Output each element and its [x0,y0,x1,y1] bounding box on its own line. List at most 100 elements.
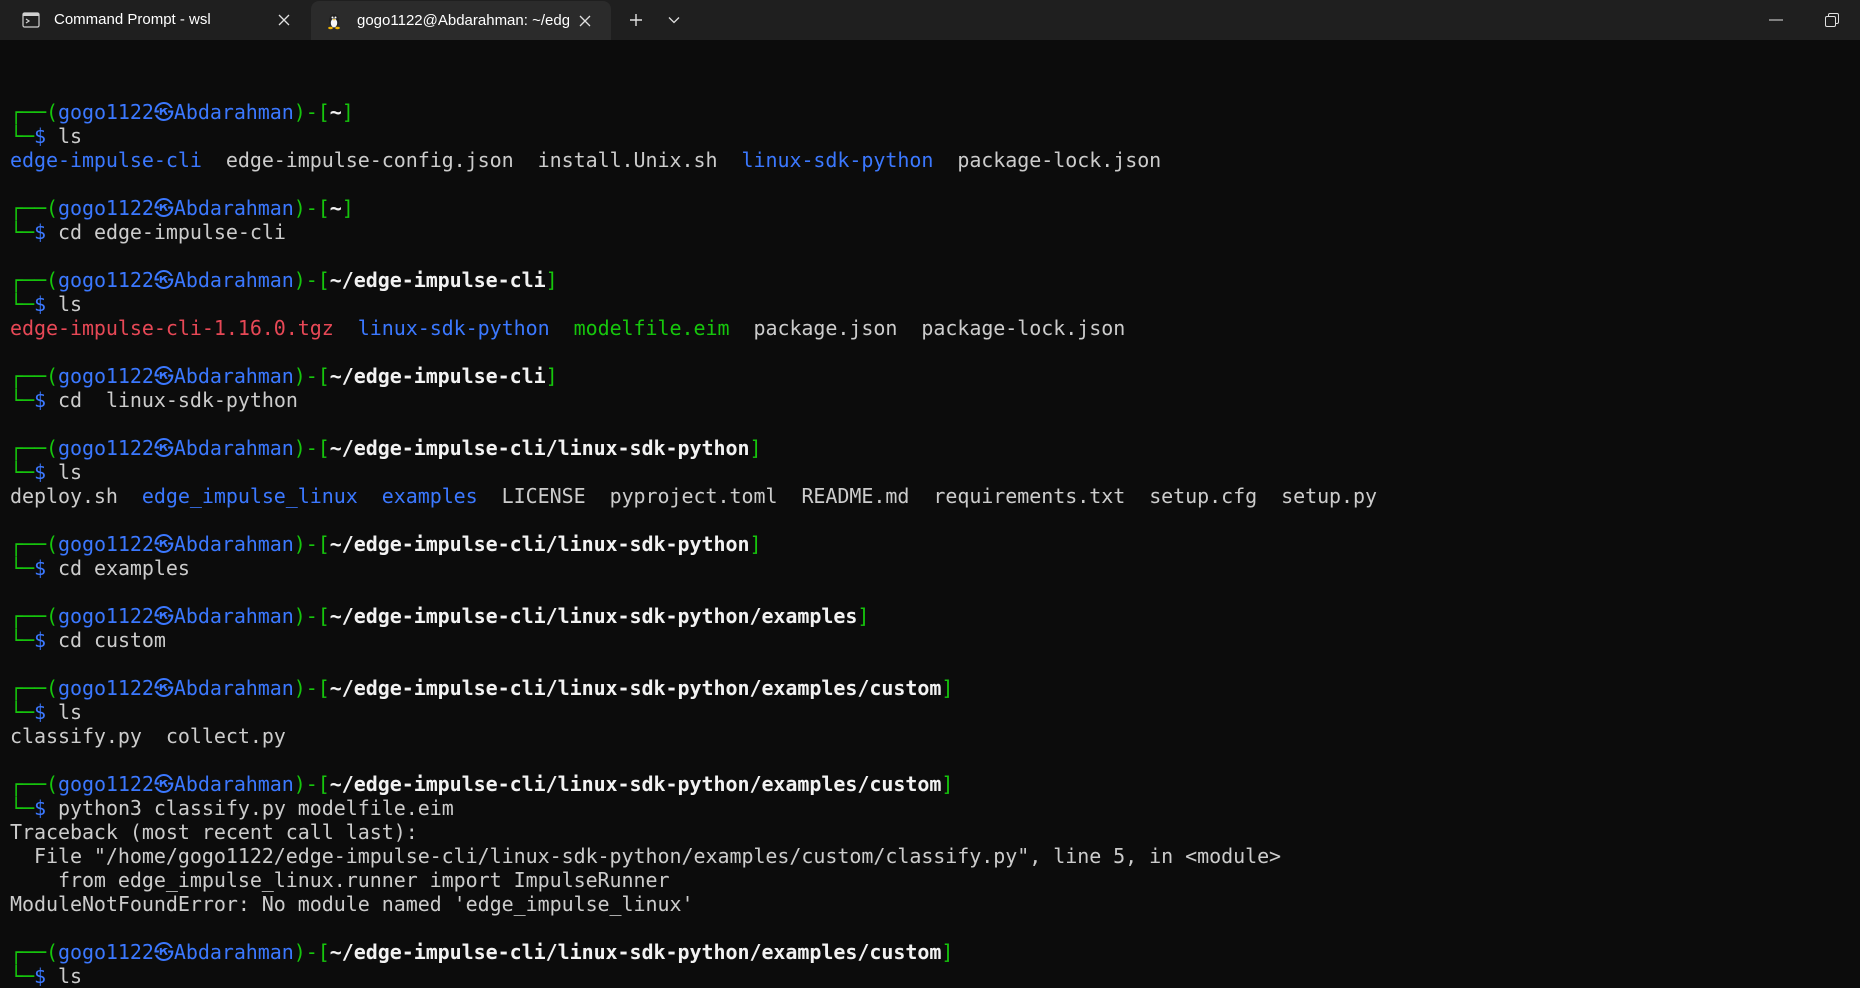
prompt-dollar: $ [33,556,46,580]
prompt-line: ┌──(gogo1122㉿Abdarahman)-[~/edge-impulse… [10,772,1377,796]
prompt-cwd: ~/edge-impulse-cli [329,268,546,292]
command-line: └─$ ls [10,124,1377,148]
tab-title: Command Prompt - wsl [54,11,211,28]
file-entry: classify.py [10,724,142,748]
prompt-cwd: ~/edge-impulse-cli/linux-sdk-python/exam… [329,604,858,628]
command-text: cd edge-impulse-cli [57,220,286,244]
prompt-frame: └─ [10,460,34,484]
output-line: edge-impulse-cli edge-impulse-config.jso… [10,148,1377,172]
tab-command-prompt[interactable]: Command Prompt - wsl [8,0,306,40]
command-line: └─$ ls [10,460,1377,484]
command-line: └─$ ls [10,700,1377,724]
file-entry: edge-impulse-config.json [225,148,514,172]
maximize-button[interactable] [1804,0,1860,40]
command-text: cd linux-sdk-python [57,388,298,412]
prompt-cwd: ~/edge-impulse-cli/linux-sdk-python/exam… [329,772,942,796]
prompt-at-symbol: ㉿ [153,196,174,220]
output-text: Traceback (most recent call last): [10,820,418,844]
tab-dropdown-button[interactable] [660,6,688,34]
prompt-dollar: $ [33,460,46,484]
terminal-area[interactable]: ┌──(gogo1122㉿Abdarahman)-[~] └─$ ls edge-i… [0,40,1860,988]
prompt-frame: ] [941,940,954,964]
prompt-cwd: ~/edge-impulse-cli [329,364,546,388]
prompt-line: ┌──(gogo1122㉿Abdarahman)-[~] [10,196,1377,220]
minimize-button[interactable] [1748,0,1804,40]
close-icon[interactable] [274,10,294,30]
prompt-frame: ] [749,436,762,460]
file-entry: modelfile.eim [573,316,730,340]
command-text: ls [57,124,82,148]
file-entry: pyproject.toml [609,484,778,508]
command-prompt-icon [22,11,40,29]
directory-entry: linux-sdk-python [741,148,934,172]
prompt-dollar: $ [33,124,46,148]
prompt-frame: )-[ [293,436,330,460]
prompt-frame: )-[ [293,676,330,700]
file-entry: deploy.sh [10,484,118,508]
prompt-frame: ┌──( [10,940,58,964]
prompt-cwd: ~ [329,196,342,220]
prompt-at-symbol: ㉿ [153,100,174,124]
prompt-frame: ┌──( [10,772,58,796]
command-line: └─$ cd edge-impulse-cli [10,220,1377,244]
prompt-frame: ┌──( [10,268,58,292]
output-line: File "/home/gogo1122/edge-impulse-cli/li… [10,844,1377,868]
prompt-frame: )-[ [293,268,330,292]
tab-wsl-active[interactable]: gogo1122@Abdarahman: ~/edge-impulse-cli/… [311,1,611,40]
output-text: File "/home/gogo1122/edge-impulse-cli/li… [10,844,1282,868]
prompt-cwd: ~/edge-impulse-cli/linux-sdk-python [329,532,750,556]
prompt-frame: ] [941,772,954,796]
prompt-line: ┌──(gogo1122㉿Abdarahman)-[~/edge-impulse… [10,604,1377,628]
command-line: └─$ ls [10,964,1377,988]
prompt-line: ┌──(gogo1122㉿Abdarahman)-[~/edge-impulse… [10,436,1377,460]
prompt-user: gogo1122 [57,436,154,460]
prompt-frame: ] [857,604,870,628]
prompt-host: Abdarahman [173,532,294,556]
prompt-frame: ┌──( [10,364,58,388]
prompt-cwd: ~ [329,100,342,124]
prompt-host: Abdarahman [173,196,294,220]
prompt-at-symbol: ㉿ [153,532,174,556]
prompt-frame: ┌──( [10,100,58,124]
command-text: ls [57,964,82,988]
prompt-cwd: ~/edge-impulse-cli/linux-sdk-python [329,436,750,460]
prompt-frame: └─ [10,292,34,316]
prompt-frame: )-[ [293,100,330,124]
prompt-line: ┌──(gogo1122㉿Abdarahman)-[~/edge-impulse… [10,940,1377,964]
maximize-icon [1825,13,1839,27]
prompt-user: gogo1122 [57,196,154,220]
output-text: from edge_impulse_linux.runner import Im… [10,868,670,892]
new-tab-button[interactable] [622,6,650,34]
prompt-frame: └─ [10,388,34,412]
file-entry: collect.py [165,724,286,748]
output-line: edge-impulse-cli-1.16.0.tgz linux-sdk-py… [10,316,1377,340]
prompt-user: gogo1122 [57,676,154,700]
chevron-down-icon [668,17,680,24]
file-entry: setup.py [1281,484,1378,508]
prompt-frame: ┌──( [10,676,58,700]
prompt-user: gogo1122 [57,604,154,628]
prompt-frame: ] [545,364,558,388]
prompt-frame: ┌──( [10,196,58,220]
command-line: └─$ ls [10,292,1377,316]
prompt-dollar: $ [33,388,46,412]
prompt-user: gogo1122 [57,268,154,292]
prompt-frame: )-[ [293,364,330,388]
directory-entry: edge_impulse_linux [141,484,358,508]
command-text: ls [57,460,82,484]
prompt-cwd: ~/edge-impulse-cli/linux-sdk-python/exam… [329,940,942,964]
close-icon[interactable] [575,11,595,31]
prompt-frame: )-[ [293,196,330,220]
prompt-frame: ] [341,196,354,220]
tab-title: gogo1122@Abdarahman: ~/edge-impulse-cli/… [357,12,569,29]
prompt-frame: ] [941,676,954,700]
prompt-user: gogo1122 [57,940,154,964]
prompt-at-symbol: ㉿ [153,268,174,292]
output-line: Traceback (most recent call last): [10,820,1377,844]
command-line: └─$ cd examples [10,556,1377,580]
